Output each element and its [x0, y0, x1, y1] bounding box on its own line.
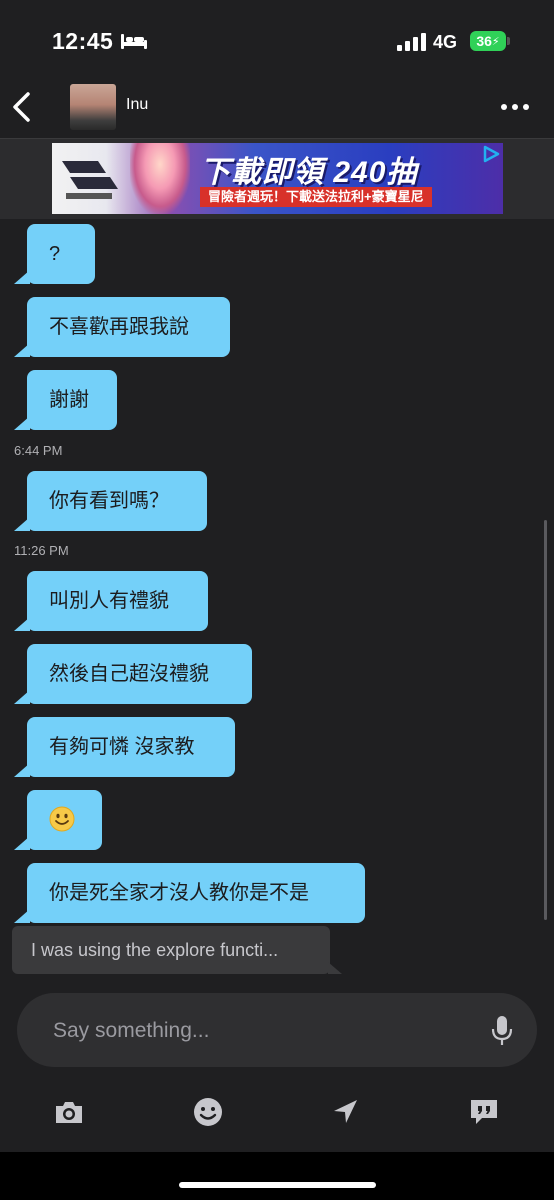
message-bubble[interactable]: 有夠可憐 沒家教	[14, 717, 235, 777]
smiling-face-emoji-icon	[49, 806, 75, 832]
incoming-message-preview[interactable]: I was using the explore functi...	[12, 926, 342, 974]
message-bubble[interactable]: 謝謝	[14, 370, 117, 430]
message-text: 然後自己超沒禮貌	[49, 663, 209, 685]
emoji-icon	[194, 1098, 222, 1126]
message-timestamp: 11:26 PM	[14, 543, 69, 558]
message-bubble[interactable]: 叫別人有禮貌	[14, 571, 208, 631]
camera-button[interactable]	[51, 1094, 87, 1130]
quick-reply-button[interactable]	[466, 1094, 502, 1130]
scrollbar[interactable]	[544, 520, 547, 920]
message-text: ?	[49, 243, 61, 265]
ad-choices-icon[interactable]	[482, 145, 500, 163]
message-timestamp: 6:44 PM	[14, 443, 63, 458]
microphone-icon[interactable]	[491, 1015, 513, 1047]
message-bubble[interactable]: ?	[14, 224, 95, 284]
message-composer	[17, 993, 537, 1069]
battery-icon: 36 ⚡	[470, 31, 506, 51]
message-input[interactable]	[51, 993, 475, 1069]
bed-icon	[121, 34, 147, 49]
ad-character-image	[130, 143, 190, 214]
chat-header: Inu	[0, 80, 554, 139]
home-indicator-area	[0, 1152, 554, 1200]
signal-strength-icon	[397, 33, 426, 51]
message-bubble[interactable]: 不喜歡再跟我說	[14, 297, 230, 357]
more-options-icon[interactable]	[500, 102, 530, 112]
ad-banner[interactable]: 下載即領 240抽 冒險者週玩！下載送法拉利+豪寶星尼	[52, 143, 503, 214]
chat-toolbar	[0, 1080, 554, 1150]
ad-strip: 下載即領 240抽 冒險者週玩！下載送法拉利+豪寶星尼	[0, 139, 554, 219]
message-bubble[interactable]	[14, 790, 102, 850]
battery-level: 36	[476, 33, 492, 49]
message-bubble[interactable]: 然後自己超沒禮貌	[14, 644, 252, 704]
message-text: 有夠可憐 沒家教	[49, 736, 195, 758]
message-text: 謝謝	[49, 389, 89, 411]
location-icon	[334, 1100, 357, 1123]
emoji-button[interactable]	[190, 1094, 226, 1130]
message-bubble[interactable]: 你有看到嗎？	[14, 471, 207, 531]
message-text: 你有看到嗎？	[49, 490, 169, 512]
ad-subline: 冒險者週玩！下載送法拉利+豪寶星尼	[200, 187, 432, 207]
status-time: 12:45	[52, 28, 114, 54]
battery-cap	[507, 37, 510, 45]
camera-icon	[56, 1102, 82, 1123]
ad-headline: 下載即領 240抽	[200, 156, 418, 189]
home-indicator[interactable]	[179, 1182, 376, 1188]
network-type: 4G	[433, 32, 458, 52]
status-bar: 12:45 4G 36 ⚡	[0, 0, 554, 80]
contact-avatar[interactable]	[70, 84, 116, 130]
message-bubble[interactable]: 你是死全家才沒人教你是不是	[14, 863, 365, 923]
message-text: 叫別人有禮貌	[49, 590, 169, 612]
preview-text: I was using the explore functi...	[31, 940, 279, 960]
message-text: 你是死全家才沒人教你是不是	[49, 882, 309, 904]
ad-logo-icon	[62, 161, 118, 199]
quick-reply-icon	[471, 1100, 497, 1124]
message-text: 不喜歡再跟我說	[49, 316, 189, 338]
back-chevron-icon[interactable]	[10, 90, 32, 124]
location-button[interactable]	[327, 1094, 363, 1130]
contact-name[interactable]: Inu	[126, 96, 148, 114]
